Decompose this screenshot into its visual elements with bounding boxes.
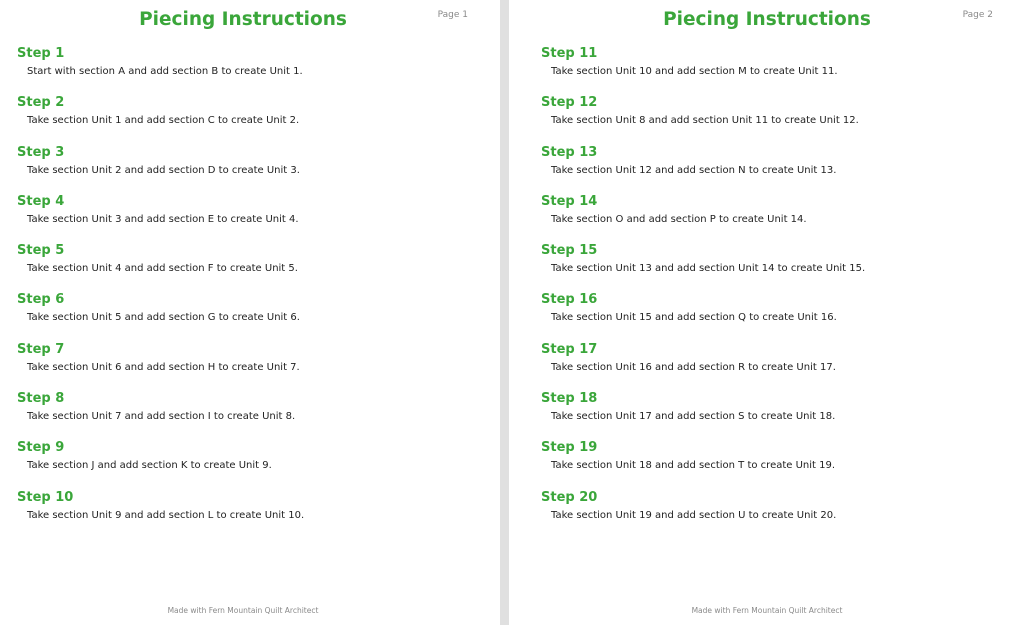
step-heading: Step 6 (17, 292, 65, 308)
step-heading: Step 18 (541, 391, 598, 407)
step-list: Step 1 Start with section A and add sect… (17, 45, 490, 538)
step-heading: Step 11 (541, 46, 598, 61)
step-item: Step 11 Take section Unit 10 and add sec… (541, 45, 1014, 94)
step-item: Step 3 Take section Unit 2 and add secti… (17, 144, 490, 193)
step-text: Take section Unit 3 and add section E to… (27, 213, 299, 225)
step-item: Step 19 Take section Unit 18 and add sec… (541, 439, 1014, 488)
step-text: Take section Unit 10 and add section M t… (551, 66, 838, 77)
step-heading: Step 7 (17, 341, 65, 357)
step-text: Take section J and add section K to crea… (27, 460, 272, 472)
page-title: Piecing Instructions (139, 9, 347, 30)
page-number: Page 2 (962, 10, 993, 20)
step-text: Take section Unit 12 and add section N t… (551, 164, 837, 176)
step-text: Take section Unit 18 and add section T t… (551, 460, 836, 472)
step-text: Take section Unit 8 and add section Unit… (551, 115, 859, 127)
step-heading: Step 1 (17, 46, 65, 61)
step-text: Take section Unit 1 and add section C to… (27, 115, 300, 127)
step-item: Step 2 Take section Unit 1 and add secti… (17, 94, 490, 143)
step-heading: Step 5 (17, 243, 65, 259)
page-footer: Made with Fern Mountain Quilt Architect (691, 606, 843, 615)
step-item: Step 14 Take section O and add section P… (541, 193, 1014, 242)
step-item: Step 20 Take section Unit 19 and add sec… (541, 489, 1014, 538)
step-item: Step 6 Take section Unit 5 and add secti… (17, 291, 490, 340)
step-item: Step 4 Take section Unit 3 and add secti… (17, 193, 490, 242)
step-text: Take section Unit 13 and add section Uni… (551, 263, 866, 275)
step-heading: Step 20 (541, 489, 598, 505)
document-viewer: Piecing Instructions Page 1 Step 1 Start… (0, 0, 1024, 625)
step-item: Step 9 Take section J and add section K … (17, 439, 490, 488)
step-text: Take section Unit 16 and add section R t… (551, 361, 836, 373)
step-heading: Step 16 (541, 292, 598, 308)
step-text: Take section Unit 5 and add section G to… (27, 312, 300, 324)
step-text: Take section Unit 17 and add section S t… (551, 411, 836, 423)
step-item: Step 12 Take section Unit 8 and add sect… (541, 94, 1014, 143)
page-1: Piecing Instructions Page 1 Step 1 Start… (0, 0, 500, 625)
step-heading: Step 10 (17, 489, 74, 505)
step-heading: Step 3 (17, 144, 65, 160)
step-text: Take section O and add section P to crea… (551, 213, 807, 225)
step-text: Take section Unit 6 and add section H to… (27, 361, 300, 373)
step-heading: Step 15 (541, 243, 598, 259)
step-list: Step 11 Take section Unit 10 and add sec… (541, 45, 1014, 538)
step-heading: Step 12 (541, 95, 598, 111)
step-text: Take section Unit 4 and add section F to… (27, 263, 298, 275)
step-item: Step 16 Take section Unit 15 and add sec… (541, 291, 1014, 340)
step-heading: Step 8 (17, 391, 65, 407)
step-item: Step 1 Start with section A and add sect… (17, 45, 490, 94)
step-text: Take section Unit 2 and add section D to… (27, 164, 300, 176)
step-item: Step 5 Take section Unit 4 and add secti… (17, 242, 490, 291)
page-2: Piecing Instructions Page 2 Step 11 Take… (509, 0, 1024, 625)
step-text: Take section Unit 15 and add section Q t… (551, 312, 837, 324)
step-text: Take section Unit 9 and add section L to… (27, 509, 305, 521)
step-text: Take section Unit 7 and add section I to… (27, 411, 296, 423)
page-title: Piecing Instructions (663, 9, 871, 30)
step-heading: Step 17 (541, 341, 598, 357)
step-text: Take section Unit 19 and add section U t… (551, 509, 837, 521)
step-heading: Step 4 (17, 193, 65, 209)
step-heading: Step 13 (541, 144, 598, 160)
step-item: Step 15 Take section Unit 13 and add sec… (541, 242, 1014, 291)
step-item: Step 13 Take section Unit 12 and add sec… (541, 144, 1014, 193)
step-heading: Step 2 (17, 95, 65, 111)
step-item: Step 10 Take section Unit 9 and add sect… (17, 489, 490, 538)
step-heading: Step 9 (17, 440, 65, 456)
step-item: Step 17 Take section Unit 16 and add sec… (541, 341, 1014, 390)
page-footer: Made with Fern Mountain Quilt Architect (167, 606, 319, 615)
page-number: Page 1 (437, 10, 468, 20)
step-text: Start with section A and add section B t… (27, 66, 303, 77)
step-heading: Step 19 (541, 440, 598, 456)
step-item: Step 18 Take section Unit 17 and add sec… (541, 390, 1014, 439)
step-item: Step 8 Take section Unit 7 and add secti… (17, 390, 490, 439)
step-item: Step 7 Take section Unit 6 and add secti… (17, 341, 490, 390)
step-heading: Step 14 (541, 193, 598, 209)
